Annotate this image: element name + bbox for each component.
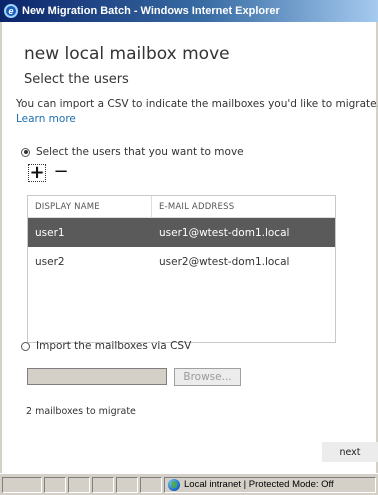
window-title: New Migration Batch - Windows Internet E… xyxy=(22,5,280,17)
display-name-cell: user1 xyxy=(35,226,65,239)
status-pane xyxy=(140,476,162,493)
internet-explorer-icon: e xyxy=(4,4,18,18)
status-pane xyxy=(116,476,138,493)
table-row[interactable]: user1 user1@wtest-dom1.local xyxy=(28,218,335,247)
import-csv-radio[interactable] xyxy=(21,341,30,351)
security-zone-text: Local intranet | Protected Mode: Off xyxy=(184,479,334,490)
column-header-display-name[interactable]: DISPLAY NAME xyxy=(28,196,152,217)
table-row[interactable]: user2 user2@wtest-dom1.local xyxy=(28,247,335,276)
browse-button[interactable]: Browse... xyxy=(174,368,241,386)
add-user-button[interactable]: + xyxy=(28,164,46,182)
remove-user-button[interactable]: − xyxy=(52,163,70,182)
next-button[interactable]: next xyxy=(322,442,378,462)
learn-more-link[interactable]: Learn more xyxy=(16,113,76,125)
status-pane xyxy=(68,476,90,493)
import-csv-option[interactable]: Import the mailboxes via CSV xyxy=(21,340,191,352)
column-header-email[interactable]: E-MAIL ADDRESS xyxy=(152,196,335,217)
import-csv-label: Import the mailboxes via CSV xyxy=(36,340,192,352)
select-users-label: Select the users that you want to move xyxy=(36,146,244,158)
users-table: DISPLAY NAME E-MAIL ADDRESS user1 user1@… xyxy=(27,195,336,343)
intro-text: You can import a CSV to indicate the mai… xyxy=(16,98,378,110)
section-title: Select the users xyxy=(24,72,129,87)
security-zone-indicator[interactable]: Local intranet | Protected Mode: Off xyxy=(164,476,376,493)
globe-icon xyxy=(168,478,180,491)
select-users-option[interactable]: Select the users that you want to move xyxy=(21,146,244,158)
status-bar: Local intranet | Protected Mode: Off xyxy=(0,473,378,495)
email-cell: user1@wtest-dom1.local xyxy=(159,226,290,239)
select-users-radio[interactable] xyxy=(21,147,30,157)
csv-file-path-field[interactable] xyxy=(27,368,167,385)
mailbox-count-text: 2 mailboxes to migrate xyxy=(26,406,136,417)
status-pane xyxy=(92,476,114,493)
page-title: new local mailbox move xyxy=(24,44,230,64)
status-pane xyxy=(2,476,42,493)
table-header: DISPLAY NAME E-MAIL ADDRESS xyxy=(28,196,335,218)
email-cell: user2@wtest-dom1.local xyxy=(159,255,290,268)
page-content: new local mailbox move Select the users … xyxy=(0,22,378,473)
window-title-bar: e New Migration Batch - Windows Internet… xyxy=(0,0,378,22)
status-pane xyxy=(44,476,66,493)
display-name-cell: user2 xyxy=(35,255,65,268)
